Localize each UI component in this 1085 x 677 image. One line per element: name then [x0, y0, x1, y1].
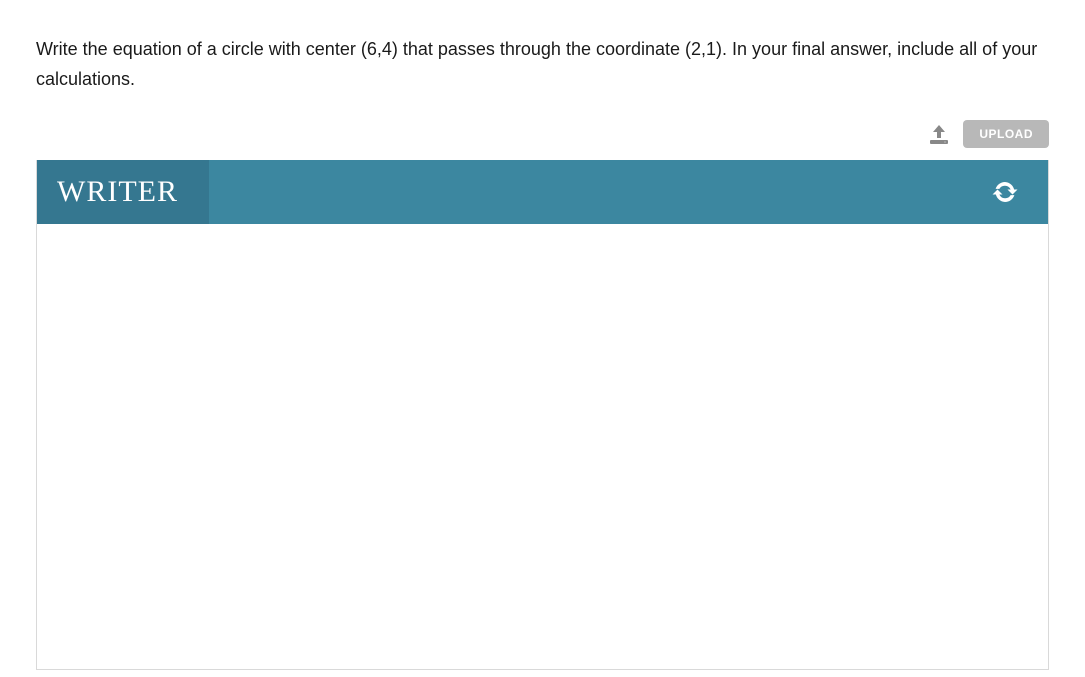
- refresh-arrows-icon: [990, 177, 1020, 207]
- upload-arrow-icon: [926, 123, 952, 145]
- refresh-icon[interactable]: [990, 177, 1020, 207]
- writer-panel: WRITER: [36, 160, 1049, 670]
- writer-body: [37, 224, 1048, 669]
- upload-controls: UPLOAD: [0, 114, 1085, 160]
- writer-header: WRITER: [37, 160, 1048, 224]
- upload-icon[interactable]: [925, 122, 953, 146]
- writer-tab[interactable]: WRITER: [37, 160, 209, 224]
- upload-button[interactable]: UPLOAD: [963, 120, 1049, 148]
- writer-textarea[interactable]: [37, 224, 1048, 664]
- question-prompt: Write the equation of a circle with cent…: [0, 0, 1085, 114]
